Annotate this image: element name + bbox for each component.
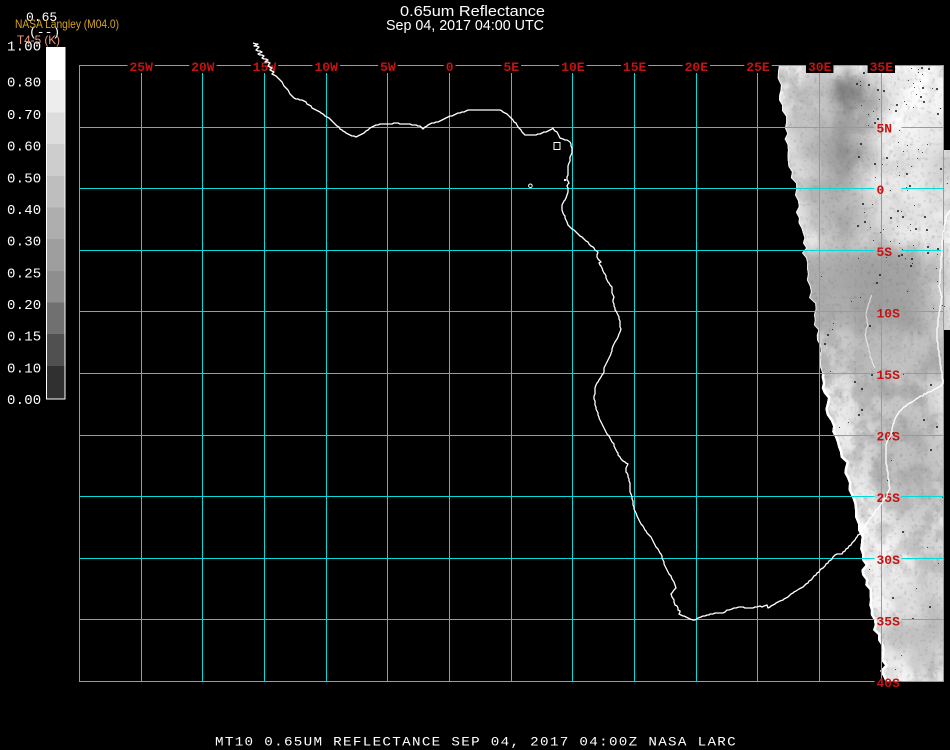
svg-text:25W: 25W <box>129 60 153 75</box>
svg-text:0.10: 0.10 <box>7 362 41 378</box>
svg-text:25S: 25S <box>877 491 901 506</box>
svg-text:5S: 5S <box>877 245 893 260</box>
svg-text:15E: 15E <box>623 60 647 75</box>
svg-text:0.25: 0.25 <box>7 267 41 283</box>
svg-text:MT10 0.65UM REFLECTANCE SEP: MT10 0.65UM REFLECTANCE SEP 04, 2017 04:… <box>215 735 737 750</box>
svg-text:0: 0 <box>446 60 454 75</box>
svg-text:30E: 30E <box>808 60 832 75</box>
svg-text:35E: 35E <box>870 60 894 75</box>
svg-text:5N: 5N <box>877 122 893 137</box>
svg-text:15S: 15S <box>877 368 901 383</box>
svg-text:0.50: 0.50 <box>7 172 41 188</box>
svg-text:30S: 30S <box>877 553 901 568</box>
svg-text:0.30: 0.30 <box>7 235 41 251</box>
svg-text:20S: 20S <box>877 430 901 445</box>
svg-text:10W: 10W <box>314 60 338 75</box>
svg-text:5E: 5E <box>503 60 519 75</box>
svg-text:0.60: 0.60 <box>7 140 41 156</box>
svg-text:0: 0 <box>877 183 885 198</box>
svg-text:Sep 04, 2017 04:00 UTC: Sep 04, 2017 04:00 UTC <box>386 17 544 34</box>
svg-text:0.70: 0.70 <box>7 108 41 124</box>
svg-text:0.40: 0.40 <box>7 203 41 219</box>
svg-text:10E: 10E <box>561 60 585 75</box>
svg-text:10S: 10S <box>877 306 901 321</box>
svg-text:40S: 40S <box>877 676 901 691</box>
svg-text:0.80: 0.80 <box>7 76 41 92</box>
svg-text:5W: 5W <box>380 60 396 75</box>
svg-text:35S: 35S <box>877 614 901 629</box>
svg-text:T4-5 (K): T4-5 (K) <box>17 33 60 47</box>
svg-text:0.00: 0.00 <box>7 393 41 409</box>
svg-text:0.20: 0.20 <box>7 298 41 314</box>
svg-text:25E: 25E <box>746 60 770 75</box>
svg-text:20E: 20E <box>685 60 709 75</box>
svg-text:NASA Langley (M04.0): NASA Langley (M04.0) <box>15 17 119 31</box>
svg-text:0.15: 0.15 <box>7 330 41 346</box>
svg-text:20W: 20W <box>191 60 215 75</box>
